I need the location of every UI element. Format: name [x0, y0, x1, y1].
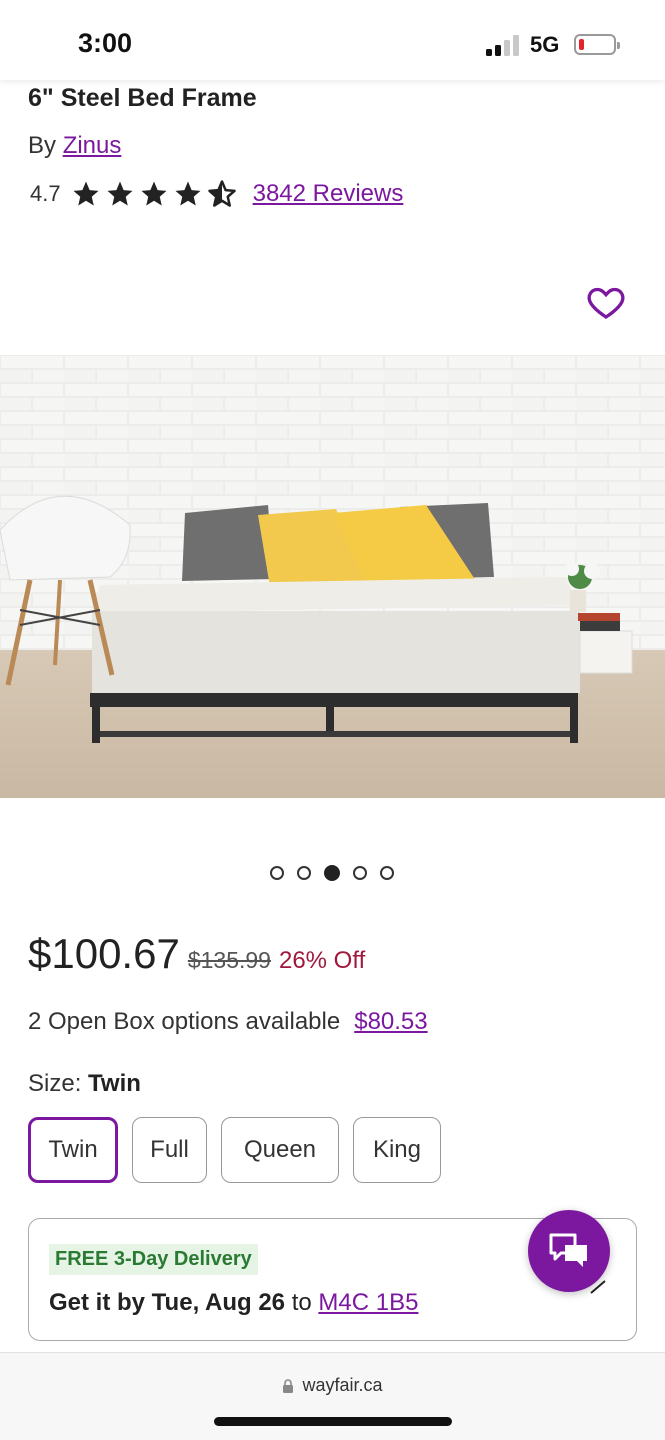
carousel-dot[interactable]	[297, 866, 311, 880]
discount-badge: 26% Off	[278, 947, 366, 974]
browser-address-bar: wayfair.ca	[0, 1352, 665, 1440]
brand-line: By Zinus	[28, 132, 121, 160]
free-delivery-badge: FREE 3-Day Delivery	[49, 1244, 258, 1275]
status-time: 3:00	[78, 28, 133, 58]
size-option-full[interactable]: Full	[132, 1117, 207, 1183]
carousel-dot[interactable]	[380, 866, 394, 880]
by-prefix: By	[28, 132, 63, 159]
battery-icon	[574, 34, 620, 55]
star-rating	[71, 179, 241, 209]
url-text: wayfair.ca	[302, 1375, 383, 1395]
size-options: Twin Full Queen King	[28, 1117, 455, 1183]
selected-size: Twin	[88, 1070, 141, 1097]
delivery-date-text: Get it by Tue, Aug 26 to M4C 1B5	[49, 1289, 418, 1317]
rating-row: 4.7 3842 Reviews	[30, 176, 403, 212]
delivery-date: Get it by Tue, Aug 26	[49, 1289, 286, 1316]
carousel-dot[interactable]	[270, 866, 284, 880]
reviews-link[interactable]: 3842 Reviews	[253, 180, 404, 208]
carousel-dot[interactable]	[353, 866, 367, 880]
size-label-prefix: Size:	[28, 1070, 89, 1097]
chat-corner-icon	[590, 1280, 606, 1294]
favorite-heart-icon[interactable]	[586, 282, 626, 322]
lock-icon	[283, 1378, 294, 1393]
size-option-king[interactable]: King	[353, 1117, 441, 1183]
open-box-text: 2 Open Box options available	[28, 1008, 341, 1035]
product-image[interactable]	[0, 355, 665, 798]
open-box-row: 2 Open Box options available $80.53	[28, 1008, 428, 1036]
size-label: Size: Twin	[28, 1070, 141, 1098]
delivery-to: to	[285, 1289, 319, 1316]
image-carousel-dots	[270, 865, 407, 881]
star-icon	[73, 181, 99, 206]
open-box-price-link[interactable]: $80.53	[354, 1008, 427, 1036]
star-icon	[107, 181, 133, 206]
signal-icon	[486, 34, 520, 56]
postal-code-link[interactable]: M4C 1B5	[318, 1289, 418, 1316]
size-option-twin[interactable]: Twin	[28, 1117, 118, 1183]
size-option-queen[interactable]: Queen	[221, 1117, 339, 1183]
brand-link[interactable]: Zinus	[63, 132, 122, 159]
price-row: $100.67 $135.99 26% Off	[28, 930, 365, 978]
url-display[interactable]: wayfair.ca	[0, 1375, 665, 1396]
star-half-icon	[207, 180, 236, 207]
star-icon	[141, 181, 167, 206]
product-title: 6" Steel Bed Frame	[28, 84, 257, 112]
current-price: $100.67	[28, 930, 180, 977]
star-icon	[175, 181, 201, 206]
home-indicator[interactable]	[214, 1417, 452, 1426]
original-price: $135.99	[187, 947, 271, 973]
bed-frame-photo	[0, 355, 665, 798]
network-label: 5G	[530, 32, 560, 57]
chat-bubbles-icon	[549, 1233, 587, 1267]
carousel-dot-active[interactable]	[324, 865, 340, 881]
status-bar: 3:00 5G	[0, 0, 665, 80]
rating-value: 4.7	[30, 181, 61, 206]
